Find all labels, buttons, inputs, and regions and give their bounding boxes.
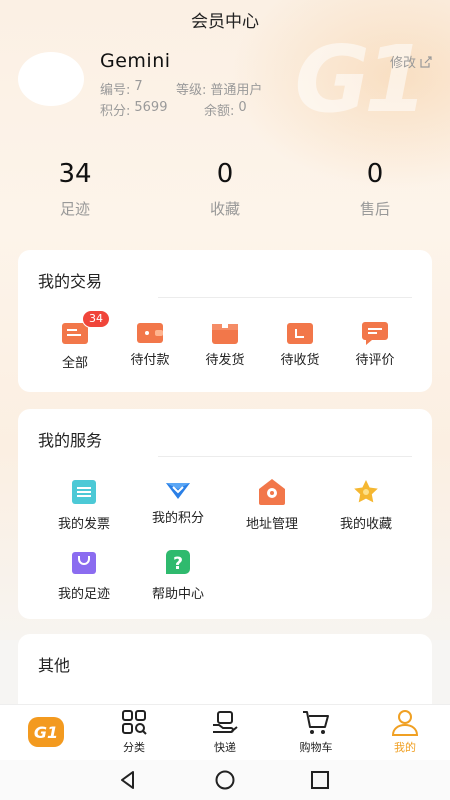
user-icon	[391, 710, 419, 736]
level-value: 普通用户	[210, 83, 263, 98]
edit-label: 修改	[389, 56, 416, 71]
star-icon	[354, 480, 378, 503]
service-label: 帮助中心	[151, 587, 204, 602]
page-title: 会员中心	[191, 11, 259, 32]
trade-label: 待评价	[355, 353, 395, 368]
service-favorites[interactable]: 我的收藏	[326, 477, 406, 532]
tab-label: 分类	[123, 741, 145, 754]
trade-card: 我的交易 34 全部 待付款 待发货 待收货 待评价	[18, 250, 432, 392]
footprint-bag-icon	[72, 552, 96, 574]
stats-row: 34 足迹 0 收藏 0 售后	[0, 158, 450, 219]
stat-footprint[interactable]: 34 足迹	[0, 158, 150, 219]
cart-icon	[303, 711, 329, 734]
bottom-tab-bar: G1 分类 快递 购物车 我的	[0, 704, 450, 760]
trade-pending-review[interactable]: 待评价	[340, 320, 410, 368]
trade-all-badge: 34	[82, 310, 110, 328]
services-title: 我的服务	[38, 431, 103, 450]
trade-pending-receipt[interactable]: 待收货	[265, 320, 335, 368]
balance-label: 余额:	[204, 104, 235, 119]
service-invoice[interactable]: 我的发票	[44, 477, 124, 532]
stat-label: 收藏	[209, 200, 240, 218]
trade-pending-shipment[interactable]: 待发货	[190, 320, 260, 368]
services-card: 我的服务 我的发票 我的积分 地址管理 我的收藏 我的足迹 ? 帮助中心	[18, 409, 432, 619]
service-points[interactable]: 我的积分	[138, 477, 218, 526]
category-icon	[122, 710, 147, 735]
wallet-icon	[137, 323, 163, 343]
service-label: 我的足迹	[57, 587, 110, 602]
tab-delivery[interactable]: 快递	[190, 709, 260, 755]
service-label: 我的收藏	[339, 517, 392, 532]
box-icon	[212, 324, 238, 344]
edit-profile-button[interactable]: 修改	[390, 52, 432, 71]
logo-text: G1	[33, 722, 59, 742]
trade-label: 待发货	[205, 353, 245, 368]
home-logo-tab[interactable]: G1	[28, 717, 64, 747]
home-icon[interactable]	[213, 768, 237, 792]
service-address[interactable]: 地址管理	[232, 477, 312, 532]
tab-mine[interactable]: 我的	[370, 709, 440, 755]
points-label: 积分:	[100, 104, 131, 119]
edit-icon	[420, 55, 432, 68]
tab-cart[interactable]: 购物车	[281, 709, 351, 755]
comment-icon	[362, 322, 388, 345]
service-label: 我的发票	[57, 517, 110, 532]
divider	[158, 456, 412, 457]
stat-label: 足迹	[59, 200, 90, 218]
stat-label: 售后	[359, 200, 390, 218]
service-label: 我的积分	[151, 511, 204, 526]
invoice-icon	[72, 480, 96, 504]
header-watermark: G1	[294, 26, 428, 133]
stat-value: 0	[216, 159, 234, 189]
service-help[interactable]: ? 帮助中心	[138, 547, 218, 602]
level-label: 等级:	[176, 83, 207, 98]
balance-value: 0	[238, 100, 247, 115]
trade-all[interactable]: 34 全部	[40, 310, 110, 371]
service-footprint[interactable]: 我的足迹	[44, 547, 124, 602]
svg-text:?: ?	[173, 554, 183, 574]
system-nav-bar	[0, 760, 450, 800]
points-value: 5699	[134, 100, 168, 115]
trade-label: 待收货	[280, 353, 320, 368]
user-name: Gemini	[100, 50, 171, 72]
divider	[158, 297, 412, 298]
address-icon	[259, 479, 285, 505]
user-meta-row-1: 编号: 7 等级: 普通用户	[100, 79, 262, 98]
tab-category[interactable]: 分类	[99, 709, 169, 755]
trade-label: 待付款	[130, 353, 170, 368]
top-bar: 会员中心	[0, 0, 450, 38]
points-icon	[166, 483, 190, 499]
stat-after-sales[interactable]: 0 售后	[300, 158, 450, 219]
help-icon: ?	[166, 550, 190, 574]
service-label: 地址管理	[245, 517, 298, 532]
trade-title: 我的交易	[38, 272, 103, 291]
trade-label: 全部	[61, 356, 88, 371]
stat-value: 34	[58, 159, 92, 189]
stat-value: 0	[366, 159, 384, 189]
id-label: 编号:	[100, 83, 131, 98]
recents-icon[interactable]	[308, 768, 332, 792]
back-icon[interactable]	[116, 768, 140, 792]
user-meta-row-2: 积分: 5699 余额: 0	[100, 100, 247, 119]
other-title: 其他	[38, 656, 71, 675]
stat-favorites[interactable]: 0 收藏	[150, 158, 300, 219]
trade-pending-payment[interactable]: 待付款	[115, 320, 185, 368]
avatar[interactable]	[18, 52, 84, 106]
tab-label: 我的	[394, 741, 416, 754]
id-value: 7	[134, 79, 143, 94]
tab-label: 快递	[214, 741, 236, 754]
delivery-icon	[213, 711, 238, 733]
tab-label: 购物车	[299, 741, 333, 754]
receive-icon	[287, 323, 313, 344]
